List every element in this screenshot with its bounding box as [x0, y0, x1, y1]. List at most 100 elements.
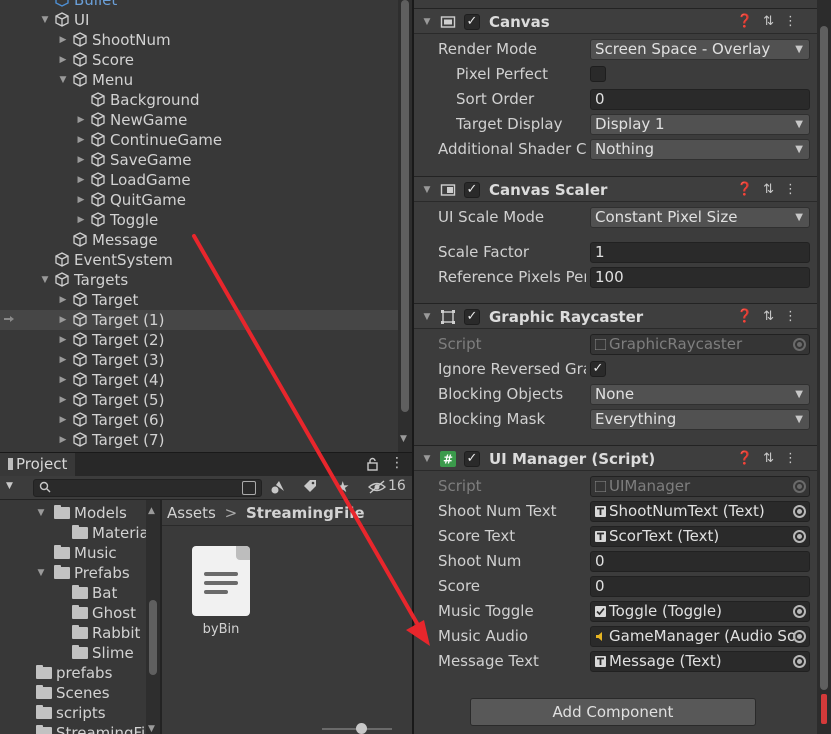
expanded-arrow-icon[interactable]: ▼: [40, 15, 50, 25]
hierarchy-item[interactable]: ▼ UI: [0, 10, 398, 30]
more-options-icon[interactable]: ⋮: [784, 182, 807, 197]
object-field[interactable]: Toggle (Toggle): [590, 601, 810, 622]
hierarchy-item[interactable]: ▶ Target (3): [0, 350, 398, 370]
create-dropdown-icon[interactable]: ▼: [6, 481, 13, 491]
collapsed-arrow-icon[interactable]: ▶: [76, 135, 86, 145]
inspector-scrollbar[interactable]: [817, 0, 831, 734]
project-folder-item[interactable]: Scenes: [0, 683, 146, 703]
text-file-icon[interactable]: [192, 546, 250, 616]
hierarchy-item[interactable]: ▶ SaveGame: [0, 150, 398, 170]
object-picker-icon[interactable]: [793, 505, 806, 518]
collapsed-arrow-icon[interactable]: ▶: [58, 55, 68, 65]
project-search-input[interactable]: [33, 479, 262, 497]
component-header-icons[interactable]: ❓⇅⋮: [737, 177, 807, 203]
object-field[interactable]: ShootNumText (Text): [590, 501, 810, 522]
hierarchy-item[interactable]: ▶ NewGame: [0, 110, 398, 130]
search-scope-icon[interactable]: [242, 481, 256, 495]
component-header-uimanager[interactable]: ▼ # ✓ UI Manager (Script) ❓⇅⋮: [414, 445, 817, 471]
expanded-arrow-icon[interactable]: ▼: [40, 275, 50, 285]
project-folder-item[interactable]: Rabbit: [0, 623, 146, 643]
collapsed-arrow-icon[interactable]: ▶: [58, 435, 68, 445]
expanded-arrow-icon[interactable]: ▼: [422, 185, 432, 195]
hierarchy-item[interactable]: ▼ Targets: [0, 270, 398, 290]
help-icon[interactable]: ❓: [737, 309, 763, 324]
file-label[interactable]: byBin: [182, 622, 260, 637]
expanded-arrow-icon[interactable]: ▼: [36, 568, 46, 578]
project-folder-item[interactable]: Music: [0, 543, 146, 563]
scrollbar-thumb[interactable]: [820, 26, 828, 690]
expanded-arrow-icon[interactable]: ▼: [422, 454, 432, 464]
hierarchy-item-bullet[interactable]: Bullet: [0, 0, 398, 10]
collapsed-arrow-icon[interactable]: ▶: [58, 335, 68, 345]
hierarchy-item[interactable]: ▶ Target (7): [0, 430, 398, 450]
expanded-arrow-icon[interactable]: ▼: [422, 17, 432, 27]
collapsed-arrow-icon[interactable]: ▶: [58, 315, 68, 325]
more-options-icon[interactable]: ⋮: [784, 14, 807, 29]
component-header-icons[interactable]: ❓⇅⋮: [737, 446, 807, 472]
collapsed-arrow-icon[interactable]: ▶: [76, 155, 86, 165]
hierarchy-item[interactable]: ▶ Target (2): [0, 330, 398, 350]
collapsed-arrow-icon[interactable]: ▶: [76, 115, 86, 125]
help-icon[interactable]: ❓: [737, 182, 763, 197]
property-dropdown[interactable]: Display 1 ▼: [590, 114, 810, 135]
expanded-arrow-icon[interactable]: ▼: [422, 312, 432, 322]
component-header-icons[interactable]: ❓⇅⋮: [737, 9, 807, 35]
project-folder-item[interactable]: Slime: [0, 643, 146, 663]
component-enabled-checkbox[interactable]: ✓: [464, 451, 480, 467]
more-options-icon[interactable]: ⋮: [784, 451, 807, 466]
property-input[interactable]: 0: [590, 551, 810, 572]
breadcrumb-assets[interactable]: Assets: [167, 504, 216, 522]
presets-icon[interactable]: ⇅: [763, 451, 784, 466]
property-checkbox[interactable]: ✓: [590, 361, 606, 377]
hierarchy-item[interactable]: EventSystem: [0, 250, 398, 270]
object-field[interactable]: GameManager (Audio So: [590, 626, 810, 647]
hierarchy-item[interactable]: Message: [0, 230, 398, 250]
folder-tree-scrollbar[interactable]: ▲ ▼: [146, 500, 160, 734]
hierarchy-item[interactable]: ▶ Target (4): [0, 370, 398, 390]
hierarchy-item[interactable]: ▼ Menu: [0, 70, 398, 90]
project-folder-item[interactable]: ▼ Models: [0, 503, 146, 523]
object-picker-icon[interactable]: [793, 655, 806, 668]
property-input[interactable]: 0: [590, 576, 810, 597]
object-picker-icon[interactable]: [793, 530, 806, 543]
scroll-down-arrow-icon[interactable]: ▼: [400, 434, 407, 444]
scroll-down-arrow-icon[interactable]: ▼: [148, 724, 155, 734]
collapsed-arrow-icon[interactable]: ▶: [76, 195, 86, 205]
collapsed-arrow-icon[interactable]: ▶: [58, 395, 68, 405]
hierarchy-item[interactable]: ▶ Target: [0, 290, 398, 310]
collapsed-arrow-icon[interactable]: ▶: [58, 35, 68, 45]
property-dropdown[interactable]: Constant Pixel Size ▼: [590, 207, 810, 228]
expanded-arrow-icon[interactable]: ▼: [36, 508, 46, 518]
collapsed-arrow-icon[interactable]: ▶: [58, 415, 68, 425]
project-folder-item[interactable]: Ghost: [0, 603, 146, 623]
project-folder-item[interactable]: ▼ Prefabs: [0, 563, 146, 583]
hierarchy-item[interactable]: ▶ Toggle: [0, 210, 398, 230]
object-picker-icon[interactable]: [793, 630, 806, 643]
collapsed-arrow-icon[interactable]: ▶: [58, 295, 68, 305]
object-field[interactable]: ScorText (Text): [590, 526, 810, 547]
hierarchy-item[interactable]: Background: [0, 90, 398, 110]
property-input[interactable]: 1: [590, 242, 810, 263]
help-icon[interactable]: ❓: [737, 451, 763, 466]
project-folder-item[interactable]: scripts: [0, 703, 146, 723]
hierarchy-item[interactable]: ▶ LoadGame: [0, 170, 398, 190]
collapsed-arrow-icon[interactable]: ▶: [58, 355, 68, 365]
breadcrumb-current[interactable]: StreamingFile: [246, 504, 365, 522]
collapsed-arrow-icon[interactable]: ▶: [76, 215, 86, 225]
scrollbar-thumb[interactable]: [149, 600, 157, 675]
expanded-arrow-icon[interactable]: ▼: [58, 75, 68, 85]
project-folder-item[interactable]: StreamingFile: [0, 723, 159, 734]
tab-project[interactable]: Project: [0, 453, 76, 477]
component-header-scaler[interactable]: ▼ ✓ Canvas Scaler ❓⇅⋮: [414, 176, 817, 202]
zoom-slider-handle[interactable]: [356, 723, 367, 734]
hidden-eye-icon[interactable]: [367, 479, 387, 499]
property-input[interactable]: 100: [590, 267, 810, 288]
more-options-icon[interactable]: ⋮: [784, 309, 807, 324]
hierarchy-item[interactable]: ▶ Target (5): [0, 390, 398, 410]
object-picker-icon[interactable]: [793, 605, 806, 618]
component-header-raycaster[interactable]: ▼ ✓ Graphic Raycaster ❓⇅⋮: [414, 303, 817, 329]
scrollbar-thumb[interactable]: [401, 0, 409, 412]
add-component-button[interactable]: Add Component: [470, 698, 756, 726]
favorite-star-icon[interactable]: ★: [336, 478, 349, 496]
property-input[interactable]: 0: [590, 89, 810, 110]
